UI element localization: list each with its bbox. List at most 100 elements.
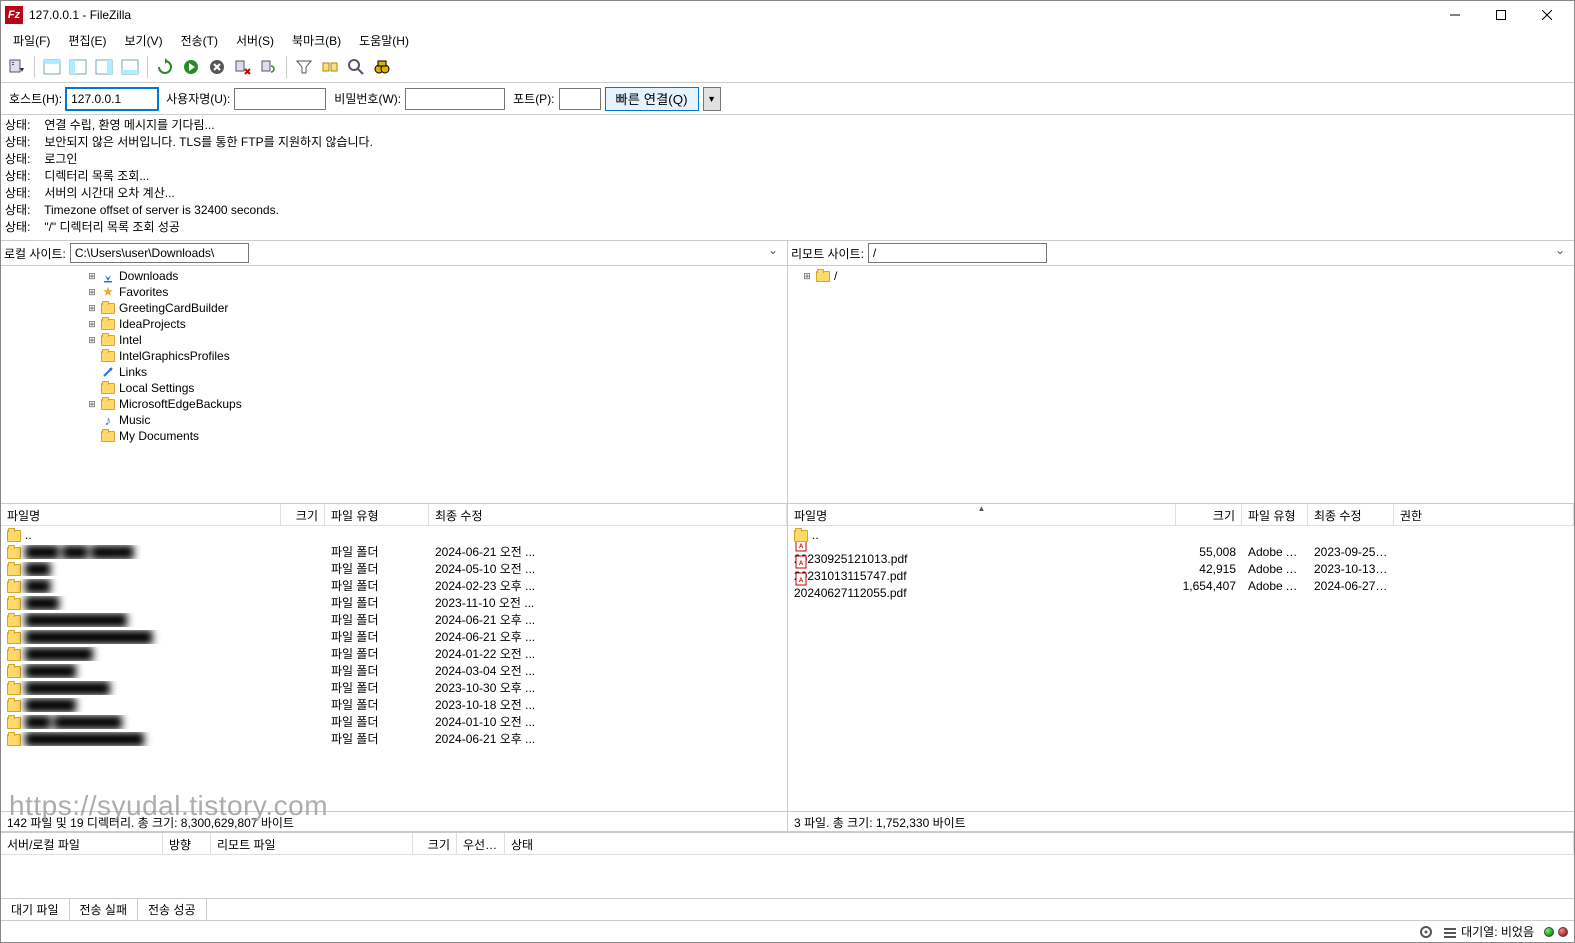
minimize-button[interactable] (1432, 1, 1478, 29)
maximize-button[interactable] (1478, 1, 1524, 29)
menu-view[interactable]: 보기(V) (116, 30, 170, 51)
col-type[interactable]: 파일 유형 (325, 504, 429, 525)
remote-path-input[interactable] (868, 243, 1047, 263)
file-row[interactable]: A20240627112055.pdf1,654,407Adobe Acr...… (788, 577, 1574, 594)
tree-item[interactable]: ⊞IdeaProjects (1, 316, 787, 332)
filter-button[interactable] (292, 55, 316, 79)
tree-item[interactable]: Local Settings (1, 380, 787, 396)
remote-tree[interactable]: ⊞/ (788, 265, 1574, 503)
tree-expand-icon[interactable]: ⊞ (802, 271, 812, 282)
close-button[interactable] (1524, 1, 1570, 29)
tree-node-icon: ♪ (100, 413, 116, 427)
user-input[interactable] (234, 88, 326, 110)
tree-expand-icon[interactable]: ⊞ (87, 335, 97, 346)
disconnect-button[interactable] (231, 55, 255, 79)
file-row[interactable]: ██████파일 폴더2024-03-04 오전 ... (1, 662, 787, 679)
cancel-button[interactable] (205, 55, 229, 79)
qcol-priority[interactable]: 우선 ... (457, 833, 505, 854)
tree-item[interactable]: ⊞★Favorites (1, 284, 787, 300)
reconnect-button[interactable] (257, 55, 281, 79)
tab-queued[interactable]: 대기 파일 (1, 899, 70, 921)
file-row[interactable]: ██████파일 폴더2023-10-18 오전 ... (1, 696, 787, 713)
status-gear[interactable] (1419, 925, 1433, 939)
col-name[interactable]: 파일명 (1, 504, 281, 525)
tree-expand-icon[interactable]: ⊞ (87, 287, 97, 298)
tree-expand-icon[interactable]: ⊞ (87, 319, 97, 330)
col-name[interactable]: ▲파일명 (788, 504, 1176, 525)
menu-edit[interactable]: 편집(E) (60, 30, 114, 51)
find-button[interactable] (370, 55, 394, 79)
queue-body[interactable] (1, 855, 1574, 898)
tree-node-label: Downloads (119, 269, 178, 283)
tree-node-label: / (834, 269, 837, 283)
file-modified: 2024-02-23 오후 ... (429, 577, 787, 594)
file-row[interactable]: ███ ████████파일 폴더2024-01-10 오전 ... (1, 713, 787, 730)
quickconnect-button[interactable]: 빠른 연결(Q) (605, 87, 699, 111)
col-modified[interactable]: 최종 수정 (1308, 504, 1394, 525)
col-perm[interactable]: 권한 (1394, 504, 1574, 525)
refresh-button[interactable] (153, 55, 177, 79)
process-queue-button[interactable] (179, 55, 203, 79)
qcol-serverlocal[interactable]: 서버/로컬 파일 (1, 833, 163, 854)
file-row[interactable]: ███파일 폴더2024-05-10 오전 ... (1, 560, 787, 577)
file-row[interactable]: ██████████파일 폴더2023-10-30 오후 ... (1, 679, 787, 696)
toggle-log-button[interactable] (40, 55, 64, 79)
remote-path-combo[interactable] (868, 243, 1571, 263)
file-row[interactable]: ████████████파일 폴더2024-06-21 오후 ... (1, 611, 787, 628)
qcol-size[interactable]: 크기 (413, 833, 457, 854)
qcol-remotefile[interactable]: 리모트 파일 (211, 833, 413, 854)
tree-item[interactable]: ⊞/ (788, 268, 1574, 284)
menu-file[interactable]: 파일(F) (5, 30, 58, 51)
tree-item[interactable]: ♪Music (1, 412, 787, 428)
file-row[interactable]: ████파일 폴더2023-11-10 오전 ... (1, 594, 787, 611)
local-tree[interactable]: ⊞ Downloads⊞★Favorites⊞GreetingCardBuilde… (1, 265, 787, 503)
status-indicators (1544, 927, 1568, 937)
pass-input[interactable] (405, 88, 505, 110)
tree-item[interactable]: ⊞MicrosoftEdgeBackups (1, 396, 787, 412)
file-row[interactable]: ████████파일 폴더2024-01-22 오전 ... (1, 645, 787, 662)
col-type[interactable]: 파일 유형 (1242, 504, 1308, 525)
tree-item[interactable]: ⊞GreetingCardBuilder (1, 300, 787, 316)
tree-item[interactable]: ⊞Intel (1, 332, 787, 348)
col-size[interactable]: 크기 (281, 504, 325, 525)
file-modified: 2023-10-30 오후 ... (429, 679, 787, 696)
tree-expand-icon[interactable]: ⊞ (87, 271, 97, 282)
tree-expand-icon[interactable]: ⊞ (87, 303, 97, 314)
menu-bookmarks[interactable]: 북마크(B) (284, 30, 349, 51)
file-row[interactable]: ██████████████파일 폴더2024-06-21 오후 ... (1, 730, 787, 747)
col-size[interactable]: 크기 (1176, 504, 1242, 525)
toggle-queue-button[interactable] (118, 55, 142, 79)
tree-item[interactable]: IntelGraphicsProfiles (1, 348, 787, 364)
tab-failed[interactable]: 전송 실패 (70, 899, 139, 920)
menu-transfer[interactable]: 전송(T) (173, 30, 226, 51)
file-row[interactable]: ████ ███ █████파일 폴더2024-06-21 오전 ... (1, 543, 787, 560)
toggle-remote-tree-button[interactable] (92, 55, 116, 79)
remote-file-body[interactable]: ..A20230925121013.pdf55,008Adobe Acr...2… (788, 526, 1574, 811)
compare-button[interactable] (318, 55, 342, 79)
file-row[interactable]: ███파일 폴더2024-02-23 오후 ... (1, 577, 787, 594)
col-modified[interactable]: 최종 수정 (429, 504, 787, 525)
folder-icon (7, 615, 21, 627)
local-path-input[interactable] (70, 243, 249, 263)
toggle-local-tree-button[interactable] (66, 55, 90, 79)
tree-item[interactable]: My Documents (1, 428, 787, 444)
menu-server[interactable]: 서버(S) (228, 30, 282, 51)
site-manager-button[interactable] (5, 55, 29, 79)
tree-item[interactable]: Links (1, 364, 787, 380)
file-row[interactable]: .. (1, 526, 787, 543)
tree-expand-icon[interactable]: ⊞ (87, 399, 97, 410)
menu-help[interactable]: 도움말(H) (351, 30, 417, 51)
host-input[interactable] (66, 88, 158, 110)
qcol-status[interactable]: 상태 (505, 833, 1574, 854)
port-input[interactable] (559, 88, 601, 110)
file-row[interactable]: ███████████████파일 폴더2024-06-21 오후 ... (1, 628, 787, 645)
tab-success[interactable]: 전송 성공 (138, 899, 207, 920)
sync-browse-button[interactable] (344, 55, 368, 79)
tree-item[interactable]: ⊞ Downloads (1, 268, 787, 284)
qcol-dir[interactable]: 방향 (163, 833, 211, 854)
local-path-combo[interactable] (70, 243, 784, 263)
log-panel[interactable]: 상태: 연결 수립, 환영 메시지를 기다림...상태: 보안되지 않은 서버입… (1, 115, 1574, 241)
file-size: 55,008 (1176, 545, 1242, 559)
quickconnect-dropdown[interactable]: ▼ (703, 87, 721, 111)
local-file-body[interactable]: ..████ ███ █████파일 폴더2024-06-21 오전 ...██… (1, 526, 787, 811)
